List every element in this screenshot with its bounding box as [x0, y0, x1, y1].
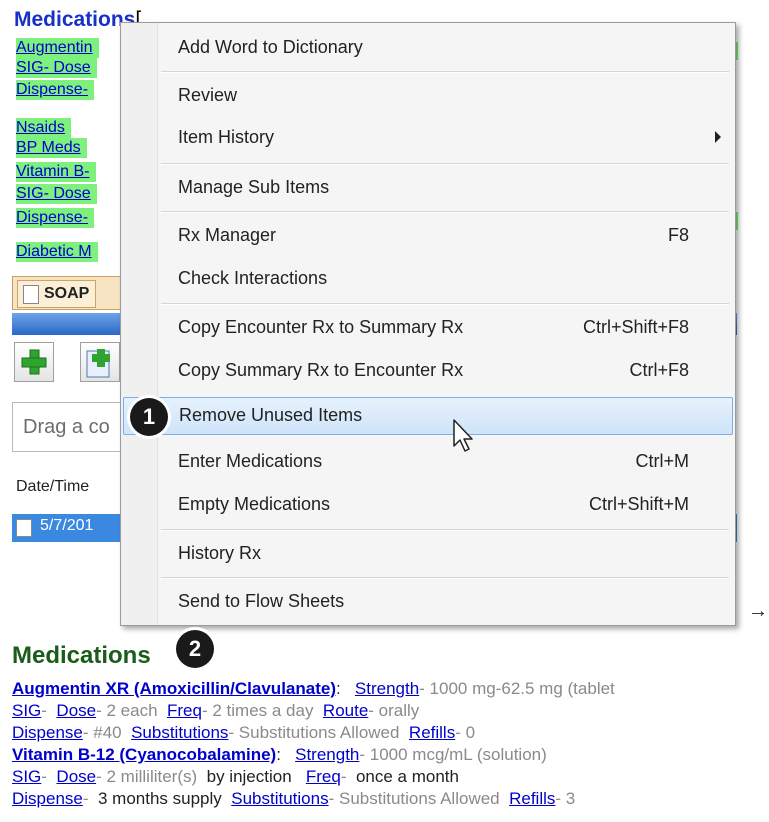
step-marker-1: 1 [130, 398, 168, 436]
menu-item-remove-unused[interactable]: Remove Unused Items [123, 397, 733, 435]
document-icon [23, 285, 39, 304]
med-line[interactable]: Vitamin B- [16, 162, 96, 182]
menu-item-empty-medications[interactable]: Empty Medications Ctrl+Shift+M [123, 486, 733, 524]
tab-strip: SOAP [12, 276, 127, 310]
tab-soap[interactable]: SOAP [17, 280, 97, 308]
menu-item-history-rx[interactable]: History Rx [123, 535, 733, 573]
context-menu: Add Word to Dictionary Review Item Histo… [120, 22, 736, 626]
plus-icon [21, 349, 47, 375]
menu-item-manage-sub-items[interactable]: Manage Sub Items [123, 169, 733, 207]
arrow-right-icon: → [748, 600, 768, 622]
add-button[interactable] [14, 342, 54, 382]
dispense-link[interactable]: Dispense [12, 789, 83, 808]
med-line[interactable]: Augmentin [16, 38, 99, 58]
menu-item-rx-manager[interactable]: Rx Manager F8 [123, 217, 733, 255]
row-document-icon [16, 519, 32, 537]
med1-line: Augmentin XR (Amoxicillin/Clavulanate): … [12, 679, 615, 698]
dose-link[interactable]: Dose [56, 767, 96, 786]
med-line[interactable]: BP Meds [16, 138, 87, 158]
menu-separator [161, 211, 729, 213]
freq-text: once a month [355, 767, 459, 786]
med-line[interactable]: Nsaids [16, 118, 71, 138]
freq-link[interactable]: Freq [306, 767, 341, 786]
strength-link[interactable]: Strength [295, 745, 359, 764]
group-drop-zone[interactable]: Drag a co [12, 402, 132, 452]
med2-dispense-line: Dispense- 3 months supply Substitutions-… [12, 789, 576, 808]
add-document-icon [86, 349, 110, 378]
substitutions-link[interactable]: Substitutions [231, 789, 328, 808]
refills-link[interactable]: Refills [509, 789, 555, 808]
dispense-line[interactable]: Dispense- [16, 80, 95, 100]
column-header-datetime[interactable]: Date/Time [16, 478, 89, 496]
menu-item-add-word[interactable]: Add Word to Dictionary [123, 29, 733, 67]
mouse-cursor-icon [453, 419, 473, 452]
result-panel: Medications Augmentin XR (Amoxicillin/Cl… [0, 628, 769, 822]
menu-item-copy-encounter-rx[interactable]: Copy Encounter Rx to Summary Rx Ctrl+Shif… [123, 309, 733, 347]
menu-separator [161, 303, 729, 305]
row-date: 5/7/201 [40, 517, 94, 534]
menu-separator [161, 163, 729, 165]
menu-separator [161, 577, 729, 579]
menu-item-copy-summary-rx[interactable]: Copy Summary Rx to Encounter Rx Ctrl+F8 [123, 352, 733, 390]
route-link[interactable]: Route [323, 701, 368, 720]
sig-line[interactable]: SIG- Dose [16, 184, 97, 204]
dispense-line[interactable]: Dispense- [16, 208, 95, 228]
menu-item-item-history[interactable]: Item History [123, 119, 733, 157]
dose-link[interactable]: Dose [56, 701, 96, 720]
refills-link[interactable]: Refills [409, 723, 455, 742]
sig-line[interactable]: SIG- Dose [16, 58, 97, 78]
med2-line: Vitamin B-12 (Cyanocobalamine): Strength… [12, 745, 547, 764]
menu-separator [161, 71, 729, 73]
dispense-link[interactable]: Dispense [12, 723, 83, 742]
sig-link[interactable]: SIG [12, 701, 41, 720]
med1-dispense-line: Dispense- #40 Substitutions- Substitutio… [12, 723, 476, 742]
menu-item-check-interactions[interactable]: Check Interactions [123, 260, 733, 298]
substitutions-link[interactable]: Substitutions [131, 723, 228, 742]
dose-route-text: by injection [206, 767, 292, 786]
sig-link[interactable]: SIG [12, 767, 41, 786]
menu-item-send-to-flow-sheets[interactable]: Send to Flow Sheets [123, 583, 733, 621]
menu-item-review[interactable]: Review [123, 77, 733, 115]
med1-sig-line: SIG- Dose- 2 each Freq- 2 times a day Ro… [12, 701, 420, 720]
dispense-text: 3 months supply [98, 789, 222, 808]
med2-sig-line: SIG- Dose- 2 milliliter(s) by injection … [12, 767, 459, 786]
freq-link[interactable]: Freq [167, 701, 202, 720]
menu-item-enter-medications[interactable]: Enter Medications Ctrl+M [123, 443, 733, 481]
strength-link[interactable]: Strength [355, 679, 419, 698]
med-line[interactable]: Diabetic M [16, 242, 98, 262]
med-name-link[interactable]: Vitamin B-12 (Cyanocobalamine) [12, 745, 276, 764]
menu-separator [161, 529, 729, 531]
med-name-link[interactable]: Augmentin XR (Amoxicillin/Clavulanate) [12, 679, 336, 698]
add-item-button[interactable] [80, 342, 120, 382]
submenu-arrow-icon [715, 131, 721, 143]
result-medications-heading: Medications [12, 642, 151, 669]
